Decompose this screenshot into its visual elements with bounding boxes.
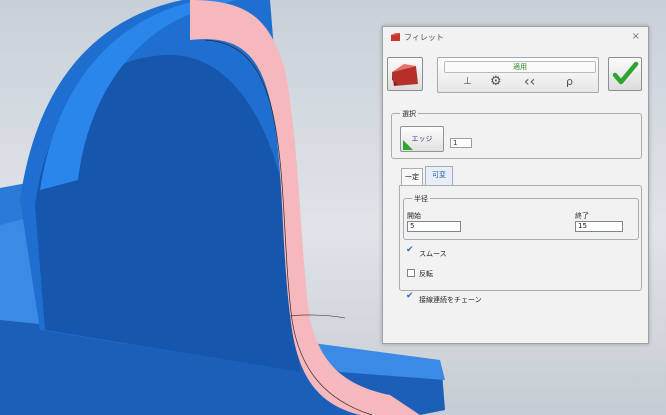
edge-select-label: エッジ — [411, 135, 433, 143]
tab-constant-label: 一定 — [405, 173, 419, 181]
dialog-title: フィレット — [404, 33, 444, 42]
smooth-checkbox[interactable]: ✔ — [406, 245, 415, 257]
apply-button[interactable]: 適用 — [444, 61, 596, 73]
radius-group-title: 半径 — [412, 194, 430, 204]
dialog-toolbar: 適用 ⊥ ⚙ ‹‹ ρ — [387, 57, 643, 95]
chain-check-icon: ✔ — [406, 291, 414, 301]
tab-variable[interactable]: 可変 — [425, 166, 453, 186]
start-radius-label: 開始 — [407, 212, 421, 220]
fillet-app-icon — [391, 33, 400, 41]
close-icon[interactable]: × — [632, 31, 640, 42]
tab-constant[interactable]: 一定 — [401, 168, 423, 186]
chain-tangent-checkbox[interactable]: ✔ — [406, 291, 415, 303]
smooth-label: スムース — [419, 250, 447, 258]
end-radius-label: 終了 — [575, 212, 589, 220]
end-radius-input[interactable]: 15 — [575, 221, 623, 232]
back-double-chevron-icon[interactable]: ‹‹ — [524, 74, 535, 90]
edge-icon — [403, 140, 413, 150]
edge-select-button[interactable]: エッジ — [400, 126, 444, 152]
smooth-check-icon: ✔ — [406, 245, 414, 255]
reverse-label: 反転 — [419, 270, 433, 278]
pin-icon[interactable]: ρ — [566, 74, 573, 90]
feature-preview-button[interactable] — [387, 57, 423, 91]
fillet-dialog: フィレット × 適用 ⊥ ⚙ ‹‹ ρ 選択 エッジ 1 一定 可変 半径 開始… — [382, 26, 649, 344]
dialog-titlebar[interactable]: フィレット × — [383, 27, 648, 47]
selected-count: 1 — [450, 138, 472, 148]
settings-gear-icon[interactable]: ⚙ — [490, 74, 502, 90]
start-radius-input[interactable]: 5 — [407, 221, 461, 232]
selection-group: 選択 エッジ 1 — [391, 109, 642, 159]
fillet-feature-icon — [392, 64, 418, 86]
chain-tangent-label: 接線連続をチェーン — [419, 296, 482, 304]
check-icon — [612, 61, 639, 85]
reverse-checkbox[interactable] — [407, 269, 415, 277]
draft-icon[interactable]: ⊥ — [463, 74, 472, 90]
ok-button[interactable] — [608, 57, 642, 91]
toolbar-center-panel: 適用 ⊥ ⚙ ‹‹ ρ — [437, 57, 599, 93]
tab-variable-label: 可変 — [432, 171, 446, 179]
selection-group-title: 選択 — [400, 109, 418, 119]
radius-group: 半径 — [403, 194, 639, 240]
